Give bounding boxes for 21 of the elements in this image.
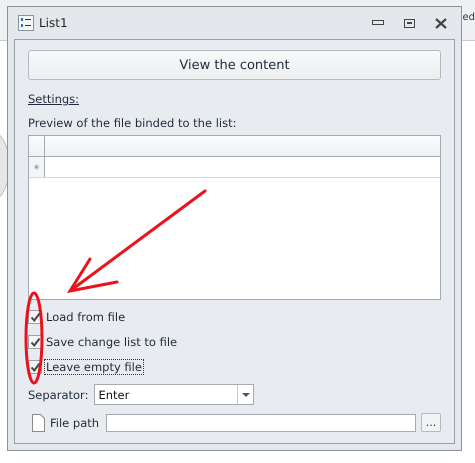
settings-link[interactable]: Settings: xyxy=(28,92,80,106)
new-row-marker: ✳ xyxy=(29,157,45,177)
maximize-icon[interactable] xyxy=(404,18,415,28)
checkbox-label[interactable]: Save change list to file xyxy=(44,334,180,350)
list-icon xyxy=(18,15,34,31)
preview-label: Preview of the file binded to the list: xyxy=(28,116,236,130)
separator-dropdown[interactable]: Enter xyxy=(94,384,254,405)
checkbox-label[interactable]: Leave empty file xyxy=(44,359,144,375)
file-path-field[interactable] xyxy=(106,414,416,432)
view-content-button[interactable]: View the content xyxy=(28,50,441,80)
file-icon xyxy=(32,414,45,432)
file-path-label: File path xyxy=(50,416,100,430)
separator-label: Separator: xyxy=(28,388,88,402)
close-icon[interactable] xyxy=(435,18,447,28)
background-text: ed xyxy=(462,12,475,23)
caret-icon xyxy=(242,392,250,396)
browse-button[interactable]: ... xyxy=(421,413,441,432)
checkbox[interactable] xyxy=(28,335,42,349)
minimize-icon[interactable] xyxy=(372,20,384,26)
checkbox-label[interactable]: Load from file xyxy=(44,309,128,325)
window-title: List1 xyxy=(39,16,68,30)
